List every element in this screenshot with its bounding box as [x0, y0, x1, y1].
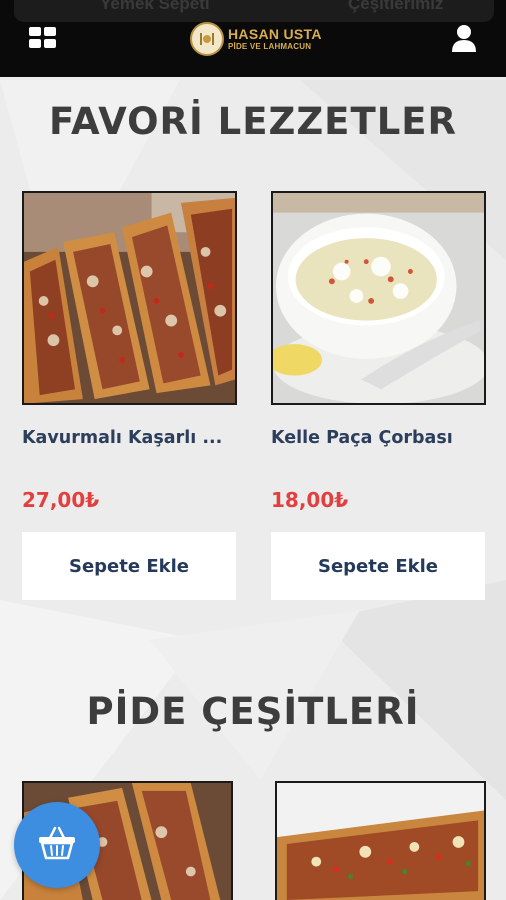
- peek-label-right: Çeşitlerimiz: [348, 0, 444, 13]
- product-name-2[interactable]: Kelle Paça Çorbası: [271, 428, 453, 448]
- logo-subtitle: PİDE VE LAHMACUN: [228, 42, 312, 51]
- product-price-1: 27,00₺: [22, 488, 100, 512]
- header-overlap-strip: Yemek Sepeti Çeşitlerimiz: [14, 0, 494, 22]
- product-image-soup[interactable]: [271, 191, 486, 405]
- product-image-pide[interactable]: [22, 191, 237, 405]
- product-price-2: 18,00₺: [271, 488, 349, 512]
- category-image-pide-2[interactable]: [275, 781, 486, 900]
- grid-menu-icon[interactable]: [29, 27, 57, 49]
- peek-label-left: Yemek Sepeti: [100, 0, 210, 13]
- pide-section-title: PİDE ÇEŞİTLERİ: [86, 690, 420, 733]
- cart-fab-button[interactable]: [14, 802, 100, 888]
- top-app-bar: Yemek Sepeti Çeşitlerimiz HASAN USTA PİD…: [0, 0, 506, 77]
- logo-emblem-icon: [190, 22, 224, 56]
- product-name-1[interactable]: Kavurmalı Kaşarlı ...: [22, 428, 222, 448]
- add-to-cart-button-1[interactable]: Sepete Ekle: [22, 532, 236, 600]
- favorites-section-title: FAVORİ LEZZETLER: [48, 100, 458, 143]
- shopping-basket-icon: [37, 826, 77, 865]
- logo-title: HASAN USTA: [228, 26, 322, 42]
- add-to-cart-button-2[interactable]: Sepete Ekle: [271, 532, 485, 600]
- user-icon[interactable]: [452, 24, 476, 52]
- brand-logo[interactable]: HASAN USTA PİDE VE LAHMACUN: [190, 20, 322, 58]
